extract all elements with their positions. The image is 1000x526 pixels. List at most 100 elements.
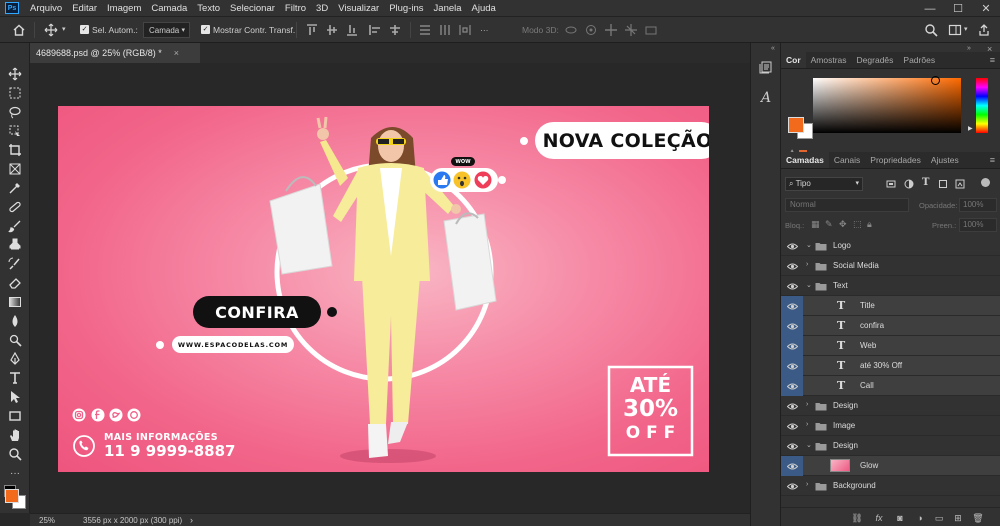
- layer-row[interactable]: Glow: [781, 456, 1000, 476]
- workspace-icon[interactable]: [948, 23, 962, 37]
- blur-tool-icon[interactable]: [6, 312, 24, 330]
- align-bottom-icon[interactable]: [345, 23, 359, 37]
- type-tool-icon[interactable]: [6, 369, 24, 387]
- layer-row[interactable]: ⌄ Text: [781, 276, 1000, 296]
- chevron-down-icon[interactable]: ▾: [62, 25, 66, 33]
- pen-tool-icon[interactable]: [6, 350, 24, 368]
- visibility-eye-icon[interactable]: [781, 456, 803, 476]
- new-layer-icon[interactable]: ⊞: [952, 512, 964, 524]
- layer-row[interactable]: › Social Media: [781, 256, 1000, 276]
- chevron-right-icon[interactable]: ›: [806, 401, 808, 408]
- 3d-orbit-icon[interactable]: [564, 23, 578, 37]
- color-picker-handle[interactable]: [931, 76, 940, 85]
- document-canvas[interactable]: NOVA COLEÇÃO CONFIRA WWW.ESPACODELAS.COM…: [58, 106, 709, 472]
- crop-tool-icon[interactable]: [6, 141, 24, 159]
- visibility-eye-icon[interactable]: [781, 476, 803, 496]
- move-tool-icon[interactable]: [6, 65, 24, 83]
- visibility-eye-icon[interactable]: [781, 336, 803, 356]
- tab-propriedades[interactable]: Propriedades: [865, 152, 926, 168]
- tab-camadas[interactable]: Camadas: [781, 152, 829, 168]
- menu-ajuda[interactable]: Ajuda: [467, 3, 501, 14]
- chevron-right-icon[interactable]: ›: [806, 421, 808, 428]
- frame-tool-icon[interactable]: [6, 160, 24, 178]
- lock-all-icon[interactable]: 🔒︎: [867, 219, 872, 230]
- tab-ajustes[interactable]: Ajustes: [926, 152, 964, 168]
- 3d-scale-icon[interactable]: [644, 23, 658, 37]
- clone-stamp-tool-icon[interactable]: [6, 236, 24, 254]
- visibility-eye-icon[interactable]: [781, 436, 803, 456]
- filter-type-icon[interactable]: T: [922, 177, 929, 188]
- tab-degrades[interactable]: Degradês: [852, 52, 899, 68]
- visibility-eye-icon[interactable]: [781, 296, 803, 316]
- menu-selecionar[interactable]: Selecionar: [225, 3, 280, 14]
- fx-icon[interactable]: fx: [873, 512, 885, 524]
- hand-tool-icon[interactable]: [6, 426, 24, 444]
- menu-camada[interactable]: Camada: [146, 3, 192, 14]
- home-icon[interactable]: [12, 23, 26, 37]
- menu-filtro[interactable]: Filtro: [280, 3, 311, 14]
- distribute-center-icon[interactable]: [438, 23, 452, 37]
- minimize-button[interactable]: —: [916, 0, 944, 17]
- hue-slider[interactable]: [976, 78, 988, 133]
- layer-row[interactable]: T Web: [781, 336, 1000, 356]
- menu-plugins[interactable]: Plug-ins: [384, 3, 428, 14]
- close-window-button[interactable]: ✕: [972, 0, 1000, 17]
- chevron-down-icon[interactable]: ⌄: [806, 441, 812, 449]
- visibility-eye-icon[interactable]: [781, 316, 803, 336]
- layer-row[interactable]: ⌄ Design: [781, 436, 1000, 456]
- visibility-eye-icon[interactable]: [781, 356, 803, 376]
- collapse-arrows-icon[interactable]: »: [967, 45, 971, 52]
- layer-row[interactable]: › Background: [781, 476, 1000, 496]
- align-top-icon[interactable]: [305, 23, 319, 37]
- color-foreground-swatch[interactable]: [788, 117, 804, 133]
- zoom-level[interactable]: 25%: [39, 516, 55, 525]
- color-field[interactable]: [813, 76, 961, 133]
- lock-position-icon[interactable]: ✥: [839, 219, 847, 230]
- visibility-eye-icon[interactable]: [781, 416, 803, 436]
- path-selection-tool-icon[interactable]: [6, 388, 24, 406]
- search-icon[interactable]: [924, 23, 938, 37]
- filter-pixel-icon[interactable]: [886, 179, 896, 189]
- distribute-vertical-icon[interactable]: [418, 23, 432, 37]
- panel-menu-icon[interactable]: ≡: [990, 152, 1000, 168]
- chevron-right-icon[interactable]: ›: [806, 481, 808, 488]
- hue-slider-handle[interactable]: ▶: [968, 125, 973, 132]
- lasso-tool-icon[interactable]: [6, 103, 24, 121]
- layer-filter-dropdown[interactable]: ⌕ Tipo ▾: [785, 177, 863, 191]
- filter-toggle[interactable]: [981, 178, 990, 187]
- layer-row[interactable]: Taté 30% Off: [781, 356, 1000, 376]
- eyedropper-tool-icon[interactable]: [6, 179, 24, 197]
- menu-visualizar[interactable]: Visualizar: [333, 3, 384, 14]
- show-transform-checkbox[interactable]: ✓: [201, 25, 210, 34]
- layer-row[interactable]: T Call: [781, 376, 1000, 396]
- link-icon[interactable]: ⛓: [851, 512, 863, 524]
- gradient-tool-icon[interactable]: [6, 293, 24, 311]
- dodge-tool-icon[interactable]: [6, 331, 24, 349]
- visibility-eye-icon[interactable]: [781, 376, 803, 396]
- character-panel-icon[interactable]: A: [757, 89, 775, 107]
- status-menu-arrow[interactable]: ›: [190, 515, 193, 525]
- opacity-field[interactable]: 100%: [959, 198, 997, 212]
- brush-tool-icon[interactable]: [6, 217, 24, 235]
- maximize-button[interactable]: ☐: [944, 0, 972, 17]
- document-tab[interactable]: 4689688.psd @ 25% (RGB/8) * ×: [30, 43, 200, 63]
- filter-shape-icon[interactable]: [938, 179, 948, 189]
- auto-select-target-dropdown[interactable]: Camada ▾: [143, 22, 190, 38]
- history-brush-tool-icon[interactable]: [6, 255, 24, 273]
- lock-artboard-icon[interactable]: ⬚: [853, 219, 862, 230]
- move-tool-icon[interactable]: [44, 23, 58, 37]
- align-left-icon[interactable]: [368, 23, 382, 37]
- 3d-slide-icon[interactable]: [624, 23, 638, 37]
- menu-arquivo[interactable]: Arquivo: [25, 3, 67, 14]
- auto-select-checkbox[interactable]: ✓: [80, 25, 89, 34]
- history-panel-icon[interactable]: [757, 58, 775, 76]
- menu-editar[interactable]: Editar: [67, 3, 102, 14]
- chevron-down-icon[interactable]: ▾: [964, 25, 968, 33]
- chevron-down-icon[interactable]: ⌄: [806, 241, 812, 249]
- distribute-horizontal-icon[interactable]: [458, 23, 472, 37]
- healing-brush-tool-icon[interactable]: [6, 198, 24, 216]
- tab-amostras[interactable]: Amostras: [806, 52, 852, 68]
- trash-icon[interactable]: 🗑︎: [972, 512, 984, 524]
- layer-row[interactable]: Tconfira: [781, 316, 1000, 336]
- marquee-tool-icon[interactable]: [6, 84, 24, 102]
